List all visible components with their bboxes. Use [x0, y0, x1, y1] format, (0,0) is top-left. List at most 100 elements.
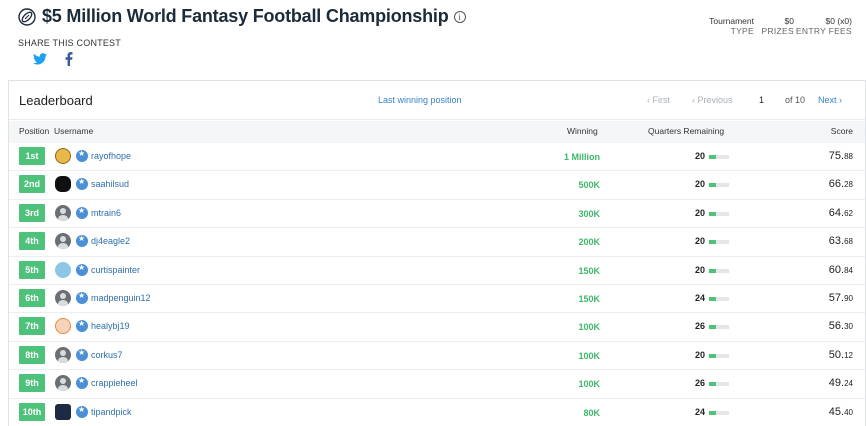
table-row[interactable]: 9th crappieheel 100K 26 49.24 — [9, 370, 865, 399]
quarters-progress-bar — [709, 382, 729, 387]
score-integer: 50. — [828, 348, 845, 361]
next-page-link[interactable]: Next › — [818, 95, 842, 105]
rank-badge: 5th — [19, 260, 45, 279]
username-link[interactable]: corkus7 — [91, 350, 123, 360]
winning-amount: 100K — [578, 322, 600, 333]
table-row[interactable]: 5th curtispainter 150K 20 60.84 — [9, 257, 865, 285]
last-winning-position-link[interactable]: Last winning position — [378, 95, 462, 105]
score-integer: 45. — [828, 405, 845, 418]
quarters-remaining: 20 — [695, 151, 706, 161]
username-link[interactable]: saahilsud — [91, 179, 129, 189]
score-integer: 63. — [828, 235, 845, 248]
score-value: 64.62 — [829, 207, 853, 219]
score-decimal: 30 — [844, 322, 853, 332]
page-number-input[interactable]: 1 — [759, 95, 764, 105]
info-icon[interactable]: i — [453, 10, 466, 23]
contest-meta: Tournament TYPE $0 PRIZES $0 (x0) ENTRY … — [704, 16, 852, 36]
meta-prizes-value: $0 — [784, 16, 794, 26]
meta-prizes: $0 PRIZES — [754, 16, 794, 36]
rank-badge: 1st — [19, 147, 45, 165]
winning-amount: 80K — [583, 407, 600, 418]
avatar[interactable] — [55, 148, 71, 164]
column-winning[interactable]: Winning — [567, 126, 598, 136]
avatar[interactable] — [55, 346, 71, 363]
leaderboard-rows: 1st rayofhope 1 Million 20 75.88 2nd saahilsud… — [9, 143, 865, 426]
table-row[interactable]: 7th healybj19 100K 26 56.30 — [9, 313, 865, 342]
avatar[interactable] — [55, 289, 71, 306]
quarters-remaining: 20 — [695, 207, 706, 218]
twitter-icon[interactable] — [33, 53, 47, 65]
quarters-progress-bar — [709, 353, 729, 358]
quarters-progress-bar — [709, 325, 729, 330]
table-row[interactable]: 4th dj4eagle2 200K 20 63.68 — [9, 228, 865, 257]
star-badge-icon — [76, 405, 88, 418]
quarters-progress-bar — [709, 155, 729, 159]
quarters-remaining: 20 — [695, 179, 706, 190]
winning-amount: 100K — [578, 350, 600, 361]
avatar[interactable] — [55, 375, 71, 392]
column-username[interactable]: Username — [54, 126, 93, 136]
username-link[interactable]: mtrain6 — [91, 208, 121, 218]
rank-badge: 2nd — [19, 175, 45, 194]
username-link[interactable]: healybj19 — [91, 321, 130, 331]
score-decimal: 90 — [844, 293, 853, 303]
score-integer: 75. — [828, 150, 845, 162]
table-row[interactable]: 2nd saahilsud 500K 20 66.28 — [9, 171, 865, 200]
table-row[interactable]: 8th corkus7 100K 20 50.12 — [9, 342, 865, 371]
table-row[interactable]: 6th madpenguin12 150K 24 57.90 — [9, 285, 865, 314]
score-integer: 56. — [828, 320, 845, 333]
score-decimal: 84 — [844, 265, 853, 275]
score-integer: 49. — [828, 377, 845, 390]
score-decimal: 12 — [844, 350, 853, 360]
column-position[interactable]: Position — [19, 126, 49, 136]
rank-badge: 10th — [19, 402, 45, 421]
first-page-link[interactable]: ‹ First — [647, 95, 670, 105]
avatar[interactable] — [55, 261, 71, 278]
title-row: $5 Million World Fantasy Football Champi… — [18, 6, 466, 27]
username-link[interactable]: curtispainter — [91, 265, 140, 275]
rank-badge: 4th — [19, 232, 45, 251]
table-row[interactable]: 1st rayofhope 1 Million 20 75.88 — [9, 143, 865, 172]
star-badge-icon — [76, 177, 88, 191]
quarters-remaining: 20 — [695, 349, 706, 360]
quarters-remaining: 26 — [695, 378, 706, 389]
quarters-remaining: 24 — [695, 292, 706, 303]
winning-amount: 1 Million — [564, 152, 600, 162]
column-quarters-remaining[interactable]: Quarters Remaining — [648, 126, 724, 136]
avatar[interactable] — [55, 176, 71, 193]
avatar[interactable] — [55, 318, 71, 335]
winning-amount: 500K — [578, 180, 600, 191]
score-decimal: 28 — [844, 180, 853, 190]
meta-type: Tournament TYPE — [704, 16, 754, 36]
username-link[interactable]: tipandpick — [91, 407, 132, 417]
page-title: $5 Million World Fantasy Football Champi… — [42, 6, 449, 26]
username-link[interactable]: rayofhope — [91, 151, 131, 161]
username-link[interactable]: madpenguin12 — [91, 293, 151, 303]
score-integer: 60. — [828, 263, 845, 276]
star-badge-icon — [76, 348, 88, 361]
avatar[interactable] — [55, 204, 71, 221]
score-value: 49.24 — [829, 377, 853, 389]
facebook-icon[interactable] — [65, 52, 73, 66]
avatar[interactable] — [55, 403, 71, 420]
username-link[interactable]: dj4eagle2 — [91, 236, 130, 246]
rank-badge: 7th — [19, 317, 45, 336]
score-decimal: 68 — [844, 237, 853, 247]
column-score[interactable]: Score — [831, 126, 853, 136]
quarters-progress-bar — [709, 183, 729, 188]
score-value: 63.68 — [829, 235, 853, 247]
rank-badge: 3rd — [19, 203, 45, 222]
meta-prizes-label: PRIZES — [761, 26, 794, 36]
score-integer: 57. — [828, 291, 845, 304]
table-row[interactable]: 3rd mtrain6 300K 20 64.62 — [9, 200, 865, 229]
table-row[interactable]: 10th tipandpick 80K 24 45.40 — [9, 399, 865, 426]
previous-page-link[interactable]: ‹ Previous — [692, 95, 733, 105]
leaderboard-toolbar: Leaderboard Last winning position ‹ Firs… — [9, 81, 865, 120]
star-badge-icon — [76, 319, 88, 333]
leaderboard-title: Leaderboard — [19, 93, 93, 108]
username-link[interactable]: crappieheel — [91, 378, 138, 388]
meta-type-value: Tournament — [709, 16, 754, 26]
avatar[interactable] — [55, 233, 71, 250]
quarters-progress-bar — [709, 296, 729, 301]
rank-badge: 6th — [19, 288, 45, 307]
